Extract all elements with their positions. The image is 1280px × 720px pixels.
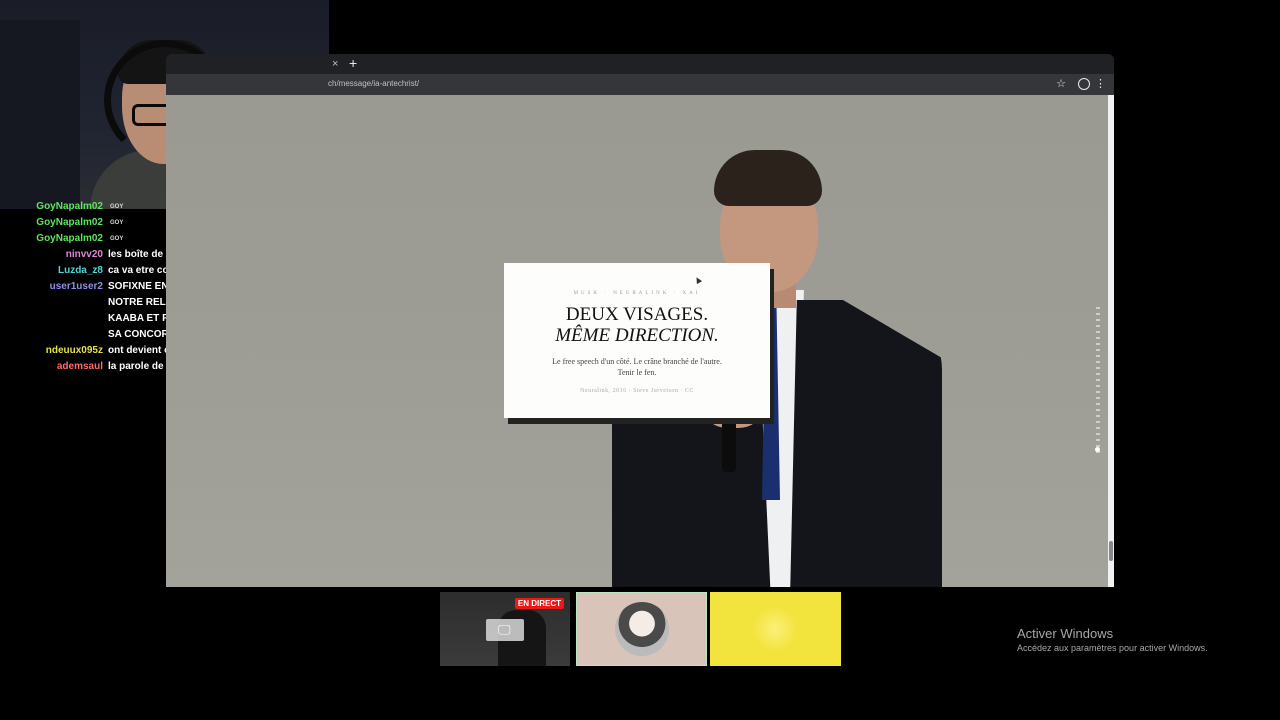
chat-username[interactable]: Luzda_z8: [58, 263, 103, 279]
scene-thumbnail-avatar[interactable]: [576, 592, 707, 666]
card-credit: Neuralink, 2016 · Steve Jurvetson · CC: [580, 388, 694, 394]
yellow-glow: [752, 606, 798, 652]
microphone: [722, 412, 736, 472]
profile-icon[interactable]: [1078, 78, 1090, 90]
chat-badge-icon: GOY: [110, 220, 124, 226]
url-text[interactable]: ch/message/ia-antechrist/: [328, 79, 419, 88]
section-nav-active-dot[interactable]: [1095, 447, 1100, 452]
chat-username[interactable]: GoyNapalm02: [36, 215, 103, 231]
page-viewport: MUSK · NEURALINK · XAI DEUX VISAGES. MÊM…: [166, 95, 1108, 587]
page-scrollbar[interactable]: [1108, 95, 1114, 587]
scene-thumbnail-live[interactable]: 🖵 EN DIRECT: [440, 592, 570, 666]
menu-kebab-icon[interactable]: ⋮: [1095, 77, 1106, 90]
chat-badge-icon: GOY: [110, 204, 124, 210]
windows-activation-watermark: Activer Windows Accédez aux paramètres p…: [1017, 625, 1208, 655]
tab-bar: × +: [166, 54, 1114, 74]
chat-username[interactable]: GoyNapalm02: [36, 199, 103, 215]
scrollbar-thumb[interactable]: [1109, 541, 1113, 561]
activation-title: Activer Windows: [1017, 626, 1114, 641]
chat-username[interactable]: ademsaul: [57, 359, 103, 375]
chat-username[interactable]: ninvv20: [66, 247, 103, 263]
activation-subtitle: Accédez aux paramètres pour activer Wind…: [1017, 643, 1208, 653]
scene-thumbnail-yellow[interactable]: [710, 592, 841, 666]
new-tab-icon[interactable]: +: [349, 56, 357, 70]
browser-window: × + ch/message/ia-antechrist/ ☆ ⋮ MUSK ·…: [166, 54, 1114, 587]
card-title-line1: DEUX VISAGES.: [565, 304, 709, 325]
card-title-line2: MÊME DIRECTION.: [555, 325, 719, 346]
chat-username[interactable]: ndeuux095z: [46, 343, 103, 359]
bookmark-star-icon[interactable]: ☆: [1056, 77, 1066, 90]
hair: [714, 150, 822, 206]
tab-close-icon[interactable]: ×: [332, 58, 338, 70]
live-badge: EN DIRECT: [514, 598, 564, 609]
chat-username[interactable]: GoyNapalm02: [36, 231, 103, 247]
section-nav-dots[interactable]: [1096, 307, 1100, 457]
anime-avatar: [615, 602, 669, 656]
chat-username[interactable]: user1user2: [50, 279, 103, 295]
card-tags: MUSK · NEURALINK · XAI: [573, 291, 701, 296]
webcam-background: [0, 20, 80, 209]
chat-badge-icon: GOY: [110, 236, 124, 242]
headline-card: MUSK · NEURALINK · XAI DEUX VISAGES. MÊM…: [504, 263, 770, 418]
card-description: Le free speech d'un côté. Le crâne branc…: [552, 357, 722, 377]
address-bar[interactable]: ch/message/ia-antechrist/ ☆ ⋮: [166, 74, 1114, 95]
screen-share-icon: 🖵: [498, 622, 511, 637]
